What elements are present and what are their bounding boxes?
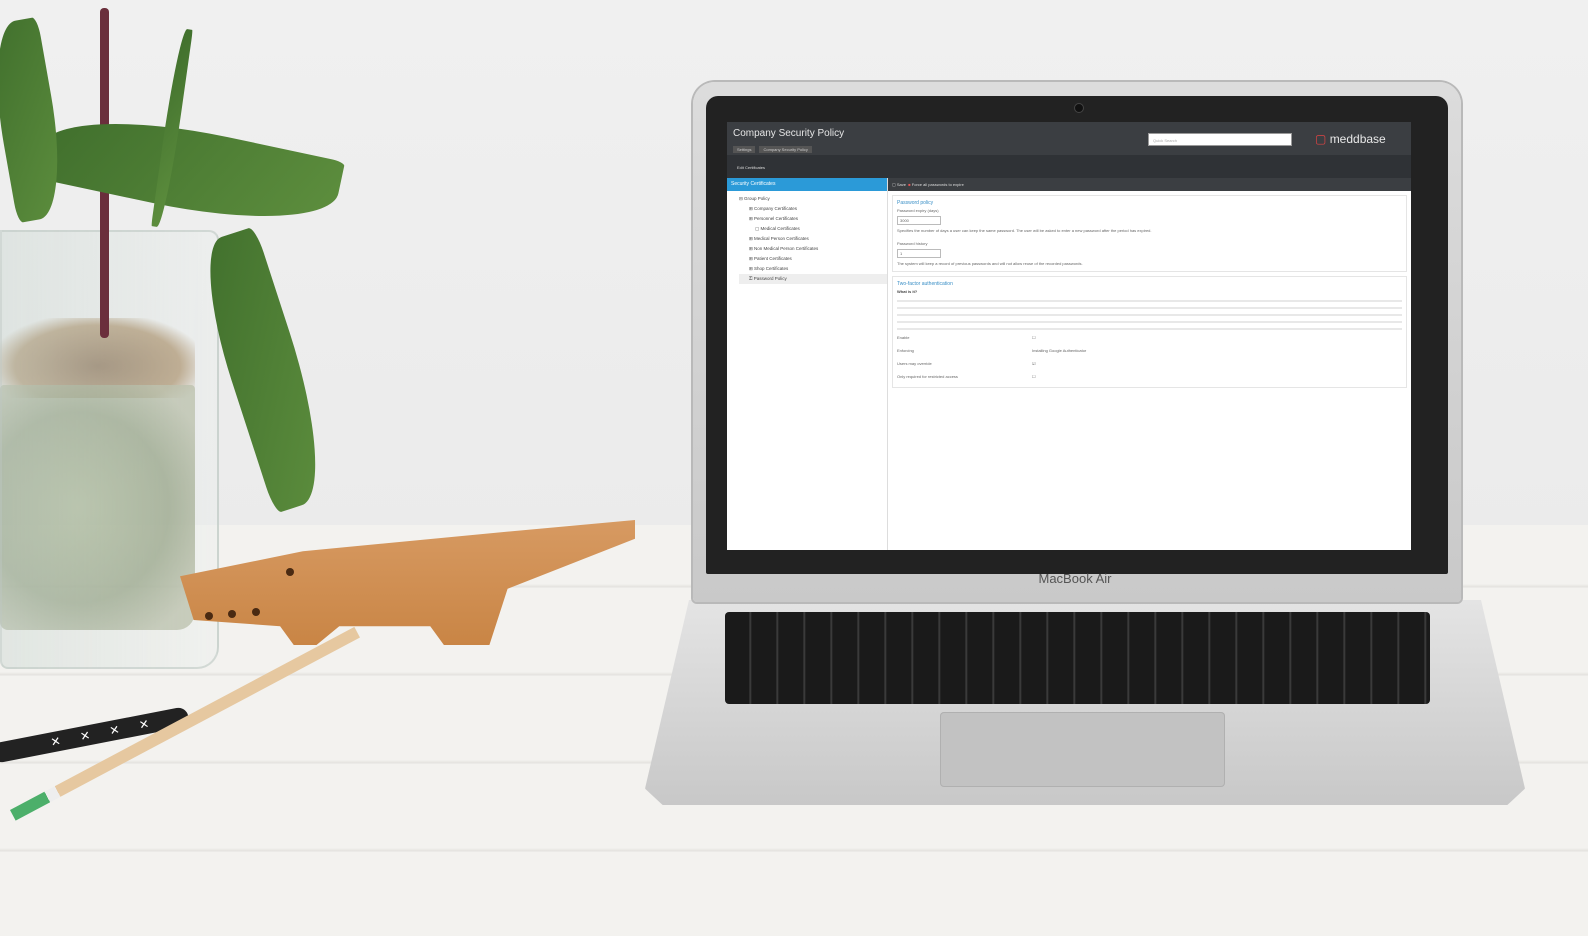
enable-checkbox[interactable]: ☐ <box>1032 331 1036 344</box>
search-input[interactable]: Quick Search <box>1148 133 1292 146</box>
tree-node-label: Medical Person Certificates <box>754 236 809 241</box>
breadcrumb: Settings Company Security Policy <box>733 146 812 153</box>
section-heading: Password policy <box>897 200 934 206</box>
crocodile-hole <box>252 608 260 616</box>
two-factor-panel: Two-factor authentication What is it? En… <box>892 276 1407 388</box>
page-title: Company Security Policy <box>733 128 845 139</box>
tree-node[interactable]: ⊞ Personnel Certificates <box>739 214 887 224</box>
tab-edit-certificates[interactable]: Edit Certificates <box>737 165 765 170</box>
tree-node-label: Non Medical Person Certificates <box>754 246 819 251</box>
breadcrumb-item[interactable]: Settings <box>733 146 756 153</box>
laptop-keyboard[interactable] <box>725 612 1430 704</box>
expire-passwords-button[interactable]: Force all passwords to expire <box>912 182 964 187</box>
main-content: ▢ Save ■ Force all passwords to expire P… <box>888 178 1411 550</box>
breadcrumb-item[interactable]: Company Security Policy <box>759 146 812 153</box>
app-header: Company Security Policy Settings Company… <box>727 122 1411 155</box>
setting-label: Enforcing <box>897 348 914 353</box>
tree-node-label: Patient Certificates <box>754 256 792 261</box>
tree-node[interactable]: ⊞ Non Medical Person Certificates <box>739 244 887 254</box>
help-text: The system will keep a record of previou… <box>897 261 1083 266</box>
tree-node-label: Company Certificates <box>754 206 798 211</box>
tree-node[interactable]: ⊟ Group Policy <box>739 194 887 204</box>
tree-node-label: Medical Certificates <box>760 226 800 231</box>
sidebar: Security Certificates ⊟ Group Policy ⊞ C… <box>727 178 888 550</box>
password-history-input[interactable]: 1 <box>897 249 941 258</box>
tree-node-label: Group Policy <box>744 196 770 201</box>
password-expiry-input[interactable]: 3000 <box>897 216 941 225</box>
setting-row: Users may override ☑ <box>897 357 1402 370</box>
logo-icon: ▢ <box>1315 132 1327 146</box>
save-label: Save <box>896 182 907 187</box>
tab-bar: Edit Certificates <box>727 155 1411 178</box>
camera-icon <box>1074 103 1084 113</box>
enforcing-link[interactable]: Installing Google Authenticator <box>1032 344 1086 357</box>
setting-row: Enable ☐ <box>897 331 1402 344</box>
tree-node[interactable]: ⊞ Company Certificates <box>739 204 887 214</box>
restricted-checkbox[interactable]: ☐ <box>1032 370 1036 383</box>
setting-label: Only required for restricted access <box>897 374 958 379</box>
app-logo: ▢ meddbase <box>1315 132 1386 146</box>
tree-node[interactable]: ▢ Medical Certificates <box>739 224 887 234</box>
field-label: Password expiry (days) <box>897 208 939 213</box>
setting-row: Only required for restricted access ☐ <box>897 370 1402 383</box>
sidebar-header[interactable]: Security Certificates <box>727 178 887 191</box>
tree-node[interactable]: ⊞ Medical Person Certificates <box>739 234 887 244</box>
tree-node-label: Personnel Certificates <box>754 216 799 221</box>
crocodile-hole <box>228 610 236 618</box>
warning-icon: ■ <box>908 182 911 187</box>
section-heading: Two-factor authentication <box>897 281 953 287</box>
setting-row: Enforcing Installing Google Authenticator <box>897 344 1402 357</box>
certificate-tree: ⊟ Group Policy ⊞ Company Certificates ⊞ … <box>727 191 887 284</box>
password-policy-panel: Password policy Password expiry (days) 3… <box>892 195 1407 272</box>
description-text <box>897 295 1402 331</box>
logo-text: meddbase <box>1329 132 1386 146</box>
section-subheading: What is it? <box>897 289 918 294</box>
tree-node[interactable]: ⊞ Shop Certificates <box>739 264 887 274</box>
save-button[interactable]: ▢ Save <box>892 182 906 187</box>
tree-node-selected[interactable]: ⚿ Password Policy <box>739 274 887 284</box>
laptop-brand-label: MacBook Air <box>1038 571 1112 586</box>
field-label: Password history <box>897 241 928 246</box>
laptop-screen: Company Security Policy Settings Company… <box>727 122 1411 550</box>
crocodile-hole <box>205 612 213 620</box>
override-checkbox[interactable]: ☑ <box>1032 357 1036 370</box>
setting-label: Users may override <box>897 361 932 366</box>
help-text: Specifies the number of days a user can … <box>897 228 1152 233</box>
tree-node-label: Password Policy <box>753 276 787 281</box>
glass-vase <box>0 230 219 669</box>
laptop-trackpad[interactable] <box>940 712 1225 787</box>
setting-label: Enable <box>897 335 910 340</box>
crocodile-hole <box>286 568 294 576</box>
tree-node[interactable]: ⊞ Patient Certificates <box>739 254 887 264</box>
tree-node-label: Shop Certificates <box>754 266 789 271</box>
toolbar: ▢ Save ■ Force all passwords to expire <box>888 178 1411 191</box>
